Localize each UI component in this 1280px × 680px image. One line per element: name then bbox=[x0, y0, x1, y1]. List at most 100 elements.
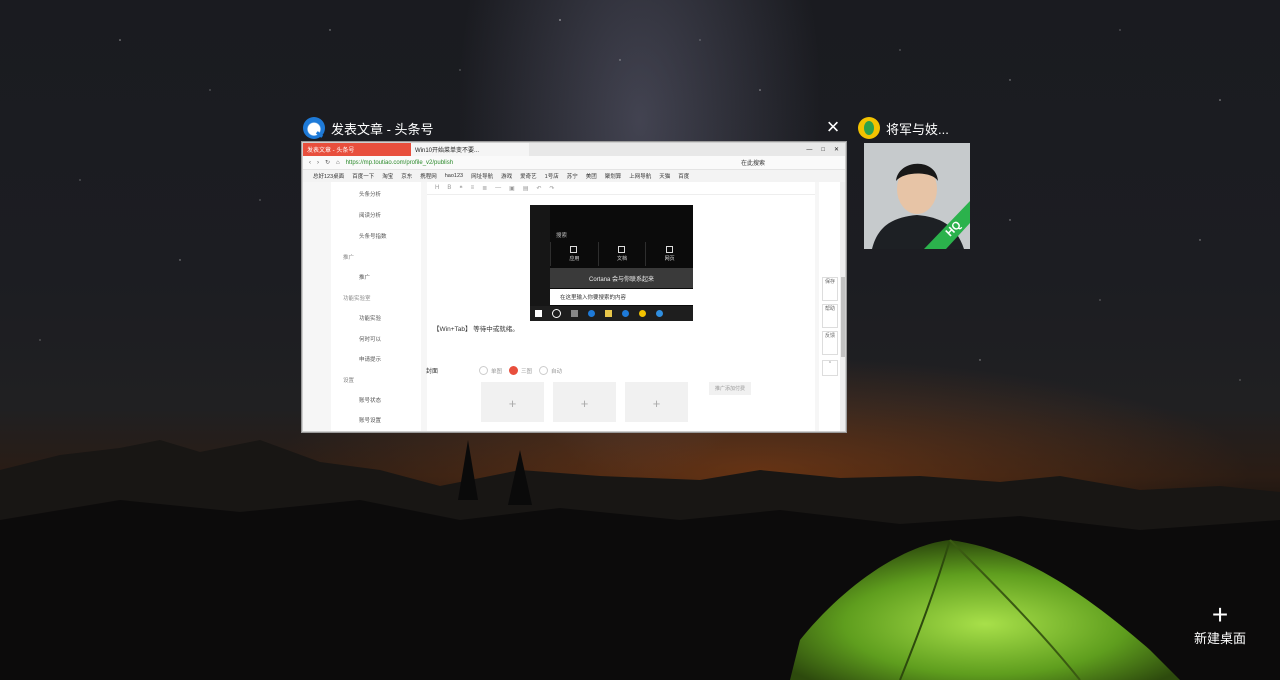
divider-icon[interactable]: — bbox=[495, 185, 501, 191]
bookmark-item[interactable]: 网址导航 bbox=[471, 172, 493, 180]
qqmusic-icon bbox=[639, 310, 646, 317]
home-icon[interactable]: ⌂ bbox=[336, 160, 340, 166]
window-title-text: 将军与妓... bbox=[886, 121, 949, 137]
start-menu-label: 搜索 bbox=[556, 233, 568, 239]
forward-icon[interactable]: › bbox=[317, 160, 319, 166]
sidebar-item[interactable]: 头条分析 bbox=[359, 190, 381, 198]
video-icon[interactable]: ▤ bbox=[523, 185, 529, 192]
bookmark-item[interactable]: 天猫 bbox=[659, 172, 670, 180]
article-editor[interactable]: H B ❝ ≡ ≣ — ▣ ▤ ↶ ↷ 搜索 应用 文档 网页 Cortana bbox=[426, 182, 815, 431]
sidebar-section-heading[interactable]: 推广 bbox=[343, 253, 354, 261]
windows-icon bbox=[535, 310, 542, 317]
sidebar-item[interactable]: 何时可以 bbox=[359, 335, 381, 343]
bookmark-item[interactable]: 淘宝 bbox=[382, 172, 393, 180]
browser-icon bbox=[303, 117, 325, 139]
window-title-text: 发表文章 - 头条号 bbox=[331, 121, 434, 137]
folder-icon bbox=[605, 310, 612, 317]
browser-tab-active[interactable]: 发表文章 - 头条号 bbox=[303, 143, 411, 156]
bookmark-item[interactable]: hao123 bbox=[445, 173, 463, 179]
page-content: 头条分析 阅读分析 头条号指数 推广 推广 功能实验室 功能实验 何时可以 申请… bbox=[303, 182, 845, 431]
window-controls: — □ ✕ bbox=[806, 143, 845, 156]
promo-button[interactable]: 推广添加付费 bbox=[709, 382, 752, 395]
sidebar-section-heading[interactable]: 设置 bbox=[343, 376, 354, 384]
article-paragraph[interactable]: 【Win+Tab】 等待中或就绪。 bbox=[433, 323, 519, 333]
browser-tab[interactable]: Win10开始菜单变不要... bbox=[411, 143, 529, 156]
list-icon[interactable]: ≡ bbox=[471, 185, 475, 191]
start-menu-tile: 应用 bbox=[550, 242, 598, 266]
start-menu-tiles: 应用 文档 网页 bbox=[550, 242, 693, 266]
cover-label: 封面 bbox=[426, 369, 439, 375]
cover-upload-slot[interactable]: + bbox=[481, 382, 544, 422]
scroll-top-icon[interactable]: ⌃ bbox=[822, 360, 838, 376]
bookmark-item[interactable]: 美团 bbox=[586, 172, 597, 180]
image-icon[interactable]: ▣ bbox=[509, 185, 515, 192]
start-menu-tile: 网页 bbox=[645, 242, 693, 266]
bookmark-item[interactable]: 1号店 bbox=[545, 172, 559, 180]
address-bar: ‹ › ↻ ⌂ https://mp.toutiao.com/profile_v… bbox=[303, 156, 845, 170]
sidebar: 头条分析 阅读分析 头条号指数 推广 推广 功能实验室 功能实验 何时可以 申请… bbox=[331, 182, 421, 431]
help-button[interactable]: 帮助 bbox=[822, 304, 838, 328]
edge-icon bbox=[588, 310, 595, 317]
cortana-icon bbox=[552, 309, 561, 318]
new-desktop-button[interactable]: + 新建桌面 bbox=[1190, 599, 1250, 647]
browser-search-box[interactable]: 在此搜索 bbox=[741, 158, 765, 167]
sidebar-item[interactable]: 功能实验 bbox=[359, 314, 381, 322]
window-preview-qqmusic[interactable]: HQ bbox=[864, 143, 970, 249]
bold-icon[interactable]: B bbox=[447, 185, 451, 191]
sidebar-item[interactable]: 账号状态 bbox=[359, 396, 381, 404]
sidebar-item[interactable]: 推广 bbox=[359, 273, 370, 281]
bookmark-item[interactable]: 聚划算 bbox=[605, 172, 622, 180]
sidebar-item[interactable]: 阅读分析 bbox=[359, 211, 381, 219]
ie-icon bbox=[622, 310, 629, 317]
new-desktop-label: 新建桌面 bbox=[1193, 631, 1246, 646]
start-menu-screenshot: 搜索 应用 文档 网页 Cortana 会与你联系起来 在这里输入你要搜索的内容 bbox=[530, 205, 693, 321]
browser-tab-bar: 发表文章 - 头条号 Win10开始菜单变不要... — □ ✕ bbox=[303, 143, 845, 156]
bookmark-item[interactable]: 爱奇艺 bbox=[520, 172, 537, 180]
close-icon[interactable]: ✕ bbox=[834, 146, 839, 153]
redo-icon[interactable]: ↷ bbox=[550, 185, 555, 192]
back-icon[interactable]: ‹ bbox=[309, 160, 311, 166]
close-window-button[interactable]: × bbox=[822, 116, 844, 138]
bookmark-item[interactable]: 携程网 bbox=[420, 172, 437, 180]
browser-icon bbox=[656, 310, 663, 317]
undo-icon[interactable]: ↶ bbox=[536, 185, 541, 192]
cover-upload-slot[interactable]: + bbox=[553, 382, 616, 422]
sidebar-item[interactable]: 账号设置 bbox=[359, 416, 381, 424]
bookmark-item[interactable]: 百度 bbox=[678, 172, 689, 180]
taskbar-strip bbox=[530, 306, 693, 321]
album-cover-image: HQ bbox=[864, 143, 970, 249]
cortana-banner: Cortana 会与你联系起来 bbox=[550, 268, 693, 288]
bookmark-item[interactable]: 苏宁 bbox=[567, 172, 578, 180]
feedback-button[interactable]: 反馈 bbox=[822, 331, 838, 355]
quote-icon[interactable]: ❝ bbox=[459, 185, 462, 192]
sidebar-section-heading[interactable]: 功能实验室 bbox=[343, 294, 371, 302]
bookmark-item[interactable]: 上网导航 bbox=[629, 172, 651, 180]
cover-option-radio[interactable]: 自动 bbox=[539, 366, 562, 375]
page-scrollbar[interactable] bbox=[840, 182, 845, 431]
ordered-list-icon[interactable]: ≣ bbox=[482, 185, 487, 192]
bookmark-item[interactable]: 总好123桌面 bbox=[313, 172, 344, 180]
save-draft-button[interactable]: 保存 bbox=[822, 277, 838, 301]
editor-toolbar: H B ❝ ≡ ≣ — ▣ ▤ ↶ ↷ bbox=[427, 182, 815, 195]
cover-option-radio[interactable]: 三图 bbox=[509, 366, 532, 375]
heading-icon[interactable]: H bbox=[435, 185, 439, 191]
window-preview-browser[interactable]: 发表文章 - 头条号 Win10开始菜单变不要... — □ ✕ ‹ › ↻ ⌂… bbox=[302, 142, 846, 432]
add-icon: + bbox=[1211, 599, 1229, 630]
sidebar-item[interactable]: 头条号指数 bbox=[359, 232, 387, 240]
url-field[interactable]: https://mp.toutiao.com/profile_v2/publis… bbox=[346, 160, 453, 166]
qqmusic-icon bbox=[858, 117, 880, 139]
start-menu-sidebar bbox=[530, 205, 550, 306]
scrollbar-thumb[interactable] bbox=[841, 277, 845, 357]
minimize-icon[interactable]: — bbox=[806, 147, 812, 153]
bookmark-item[interactable]: 游戏 bbox=[501, 172, 512, 180]
window-title-browser[interactable]: 发表文章 - 头条号 bbox=[303, 116, 434, 140]
cover-upload-slot[interactable]: + bbox=[625, 382, 688, 422]
bookmark-item[interactable]: 京东 bbox=[401, 172, 412, 180]
cover-option-radio[interactable]: 单图 bbox=[479, 366, 502, 375]
refresh-icon[interactable]: ↻ bbox=[325, 159, 330, 166]
window-title-qqmusic[interactable]: 将军与妓... bbox=[858, 116, 949, 140]
sidebar-item[interactable]: 申请提示 bbox=[359, 355, 381, 363]
task-view-icon bbox=[571, 310, 578, 317]
maximize-icon[interactable]: □ bbox=[821, 147, 825, 153]
bookmark-item[interactable]: 百度一下 bbox=[352, 172, 374, 180]
